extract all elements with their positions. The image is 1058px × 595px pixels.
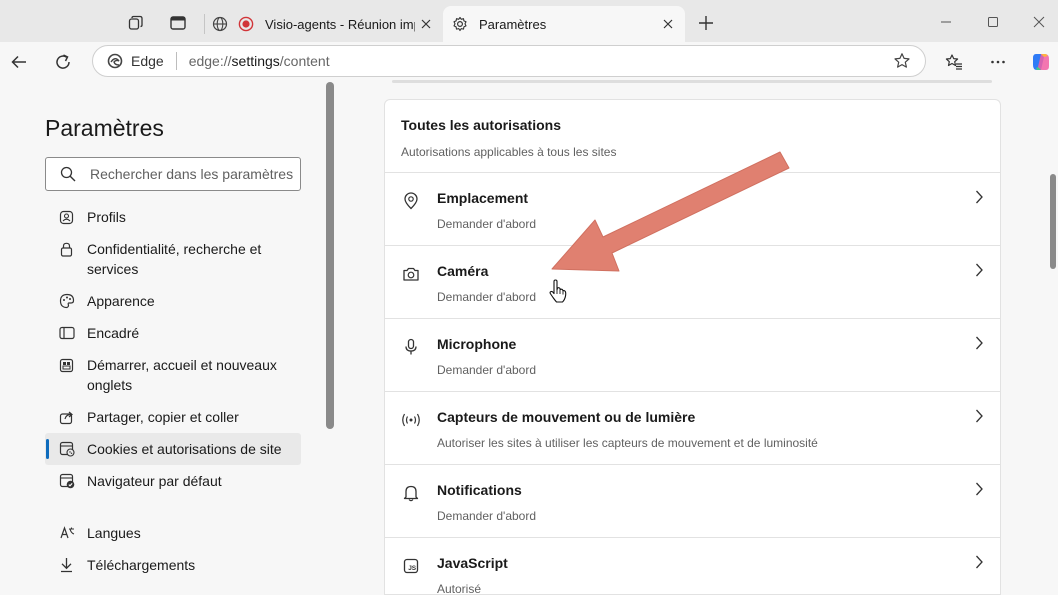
close-tab-icon[interactable] xyxy=(415,13,437,35)
permission-row-capteurs[interactable]: Capteurs de mouvement ou de lumière Auto… xyxy=(385,392,1000,465)
palette-icon xyxy=(45,291,87,311)
permission-status: Demander d'abord xyxy=(437,290,537,304)
permission-title: Emplacement xyxy=(437,190,529,206)
share-icon xyxy=(45,407,87,427)
javascript-icon: JS xyxy=(401,556,421,576)
download-icon xyxy=(45,555,87,575)
back-icon[interactable] xyxy=(4,47,34,77)
permission-status: Demander d'abord xyxy=(437,363,537,377)
permission-title: Capteurs de mouvement ou de lumière xyxy=(437,409,696,425)
favorite-star-icon[interactable] xyxy=(893,52,911,75)
toolbar: Edge edge://settings/content xyxy=(0,42,1058,82)
sidebar-item-apparence[interactable]: Apparence xyxy=(45,291,301,311)
search-placeholder: Rechercher dans les paramètres xyxy=(90,166,294,182)
permission-title: Caméra xyxy=(437,263,489,279)
permission-title: Notifications xyxy=(437,482,522,498)
tab-title: Paramètres xyxy=(479,16,547,32)
edge-logo-icon xyxy=(107,53,123,69)
sidebar-item-langues[interactable]: Langues xyxy=(45,523,301,543)
search-icon xyxy=(60,166,76,182)
sidebar-item-demarrer[interactable]: Démarrer, accueil et nouveaux onglets xyxy=(45,355,301,395)
camera-icon xyxy=(401,264,421,284)
microphone-icon xyxy=(401,337,421,357)
edge-label: Edge xyxy=(131,53,164,69)
close-window-icon[interactable] xyxy=(1021,8,1057,36)
cookies-icon xyxy=(45,439,87,459)
home-grid-icon xyxy=(45,355,87,375)
annotation-arrow-icon xyxy=(551,151,790,272)
chevron-right-icon xyxy=(974,262,984,278)
recording-icon xyxy=(237,15,255,33)
page-title: Paramètres xyxy=(45,115,164,141)
workspaces-icon[interactable] xyxy=(123,10,149,36)
more-options-icon[interactable] xyxy=(983,47,1013,77)
favorites-icon[interactable] xyxy=(939,47,969,77)
permission-status: Autorisé xyxy=(437,582,482,595)
new-tab-icon[interactable] xyxy=(693,10,719,36)
permission-status: Demander d'abord xyxy=(437,509,537,523)
sidebar-item-encadre[interactable]: Encadré xyxy=(45,323,301,343)
address-bar[interactable]: Edge edge://settings/content xyxy=(92,45,926,77)
permission-status: Demander d'abord xyxy=(437,217,537,231)
vertical-tabs-icon[interactable] xyxy=(165,10,191,36)
tab-parametres[interactable]: Paramètres xyxy=(443,6,685,42)
sidebar-icon xyxy=(45,323,87,343)
lock-icon xyxy=(45,239,87,259)
address-divider xyxy=(175,52,177,70)
sensors-icon xyxy=(401,410,421,430)
chevron-right-icon xyxy=(974,335,984,351)
url-text: edge://settings/content xyxy=(188,53,330,69)
permission-title: Microphone xyxy=(437,336,517,352)
previous-card-edge xyxy=(392,80,992,83)
sidebar-item-label: Encadré xyxy=(87,325,140,341)
chevron-right-icon xyxy=(974,189,984,205)
content-scrollbar[interactable] xyxy=(1050,174,1056,269)
copilot-icon[interactable] xyxy=(1026,47,1056,77)
maximize-icon[interactable] xyxy=(975,8,1011,36)
sidebar-scrollbar[interactable] xyxy=(326,82,334,429)
sidebar-item-confidentialite[interactable]: Confidentialité, recherche et services xyxy=(45,239,301,279)
svg-text:JS: JS xyxy=(408,565,417,572)
languages-icon xyxy=(45,523,87,543)
title-bar: Visio-agents - Réunion impromptue Paramè… xyxy=(0,0,1058,45)
sidebar-item-telechargements[interactable]: Téléchargements xyxy=(45,555,301,575)
section-title: Toutes les autorisations xyxy=(401,117,561,133)
sidebar-item-label: Langues xyxy=(87,525,141,541)
chevron-right-icon xyxy=(974,408,984,424)
tab-visio-agents[interactable]: Visio-agents - Réunion impromptue xyxy=(205,6,443,42)
globe-icon xyxy=(211,15,229,33)
sidebar-item-label: Téléchargements xyxy=(87,557,196,573)
sidebar-item-label: Partager, copier et coller xyxy=(87,409,239,425)
bell-icon xyxy=(401,483,421,503)
permission-row-notifications[interactable]: Notifications Demander d'abord xyxy=(385,465,1000,538)
permission-title: JavaScript xyxy=(437,555,508,571)
minimize-icon[interactable] xyxy=(928,8,964,36)
default-browser-icon xyxy=(45,471,87,491)
search-input[interactable]: Rechercher dans les paramètres xyxy=(45,157,301,191)
sidebar-item-cookies[interactable]: Cookies et autorisations de site xyxy=(45,433,301,465)
gear-icon xyxy=(451,15,469,33)
sidebar-item-label: Profils xyxy=(87,209,126,225)
permission-status: Autoriser les sites à utiliser les capte… xyxy=(437,436,818,450)
close-tab-icon[interactable] xyxy=(657,13,679,35)
location-icon xyxy=(401,191,421,211)
sidebar-item-label: Apparence xyxy=(87,293,155,309)
sidebar-item-partager[interactable]: Partager, copier et coller xyxy=(45,407,301,427)
permission-row-javascript[interactable]: JS JavaScript Autorisé xyxy=(385,538,1000,595)
sidebar-item-label: Confidentialité, recherche et services xyxy=(87,241,262,277)
chevron-right-icon xyxy=(974,481,984,497)
sidebar-item-profils[interactable]: Profils xyxy=(45,207,301,227)
sidebar-item-label: Démarrer, accueil et nouveaux onglets xyxy=(87,357,277,393)
sidebar-item-label: Navigateur par défaut xyxy=(87,473,222,489)
settings-sidebar: Paramètres Rechercher dans les paramètre… xyxy=(0,82,335,595)
hand-cursor-icon xyxy=(549,279,567,303)
permission-row-microphone[interactable]: Microphone Demander d'abord xyxy=(385,319,1000,392)
profile-icon xyxy=(45,207,87,227)
tab-title: Visio-agents - Réunion impromptue xyxy=(265,16,415,32)
sidebar-item-label: Cookies et autorisations de site xyxy=(87,441,282,457)
chevron-right-icon xyxy=(974,554,984,570)
refresh-icon[interactable] xyxy=(48,47,78,77)
sidebar-item-navigateur[interactable]: Navigateur par défaut xyxy=(45,471,301,491)
